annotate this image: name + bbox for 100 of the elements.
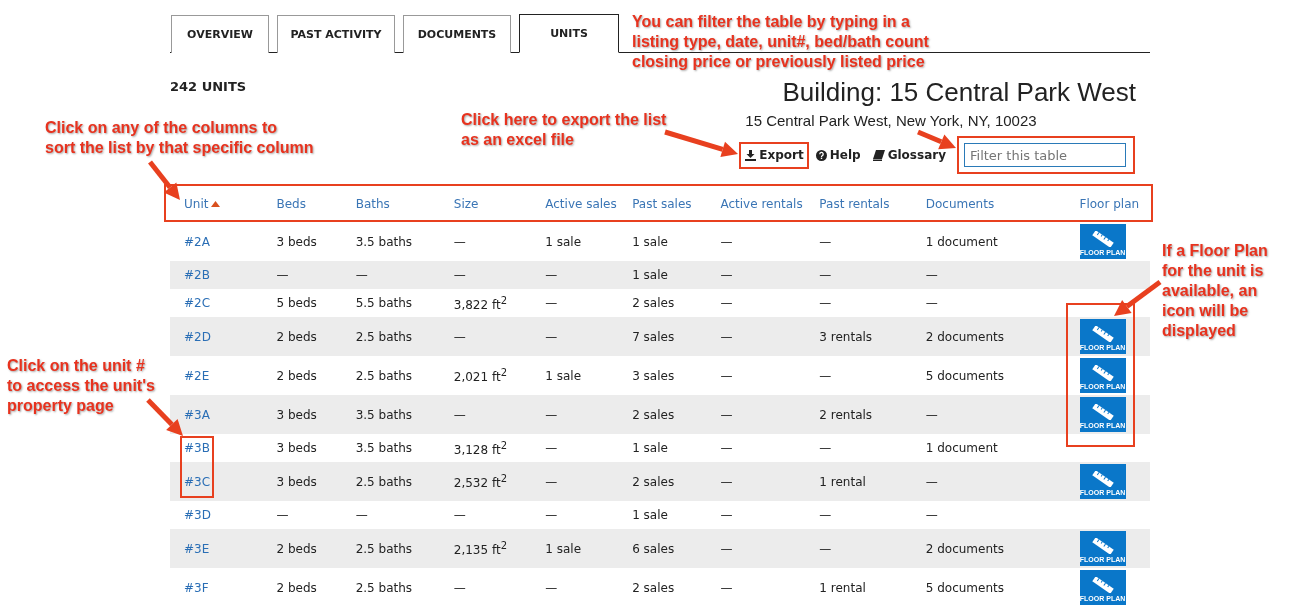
table-cell: 3,822 ft$^{2}$: [453, 297, 508, 312]
unit-count: 242 UNITS: [170, 79, 247, 94]
column-header[interactable]: Documents: [925, 195, 995, 213]
table-cell: 3.5 baths: [355, 407, 413, 422]
table-cell: 3.5 baths: [355, 441, 413, 455]
table-cell: 2 rentals: [819, 407, 873, 422]
table-cell: —: [453, 329, 466, 344]
building-title: Building: 15 Central Park West: [782, 77, 1136, 108]
column-header[interactable]: Past rentals: [819, 195, 890, 213]
table-cell: —: [925, 296, 938, 310]
table-cell: —: [720, 474, 733, 489]
annotation-text: If a Floor Plan for the unit is available, an icon will be displayed: [1162, 241, 1268, 341]
table-cell: —: [276, 268, 289, 282]
column-header[interactable]: Beds: [276, 195, 306, 213]
table-cell: 2.5 baths: [355, 541, 413, 556]
table-cell: —: [720, 441, 733, 455]
unit-link[interactable]: #2D: [184, 329, 211, 344]
unit-link[interactable]: #3B: [184, 441, 210, 455]
table-cell: —: [819, 296, 832, 310]
table-cell: 3 rentals: [819, 329, 873, 344]
table-cell: —: [453, 407, 466, 422]
table-cell: 1 document: [925, 234, 998, 249]
table-cell: 2 sales: [632, 296, 675, 310]
table-cell: 1 sale: [545, 368, 582, 383]
unit-link[interactable]: #3A: [184, 407, 210, 422]
tab[interactable]: OVERVIEW: [171, 15, 269, 53]
column-header[interactable]: Active rentals: [720, 195, 803, 213]
table-cell: 2 beds: [276, 580, 317, 595]
table-cell: —: [545, 268, 558, 282]
table-cell: —: [925, 474, 938, 489]
column-header[interactable]: Floor plan: [1079, 195, 1140, 213]
table-cell: 3 beds: [276, 441, 317, 455]
table-cell: —: [545, 441, 558, 455]
table-cell: 5.5 baths: [355, 296, 413, 310]
table-cell: 1 sale: [632, 508, 668, 522]
table-cell: 5 beds: [276, 296, 317, 310]
table-cell: 3 beds: [276, 407, 317, 422]
unit-link[interactable]: #3E: [184, 541, 210, 556]
table-cell: 2 sales: [632, 407, 675, 422]
unit-link[interactable]: #2A: [184, 234, 210, 249]
help-link[interactable]: Help: [815, 148, 861, 162]
table-cell: 2 documents: [925, 541, 1004, 556]
table-cell: 5 documents: [925, 368, 1004, 383]
table-cell: —: [819, 268, 832, 282]
table-cell: —: [720, 268, 733, 282]
table-cell: 1 document: [925, 441, 998, 455]
column-header[interactable]: Unit: [184, 195, 221, 213]
unit-link[interactable]: #2E: [184, 368, 210, 383]
column-header[interactable]: Size: [453, 195, 479, 213]
table-cell: 2,021 ft$^{2}$: [453, 370, 508, 384]
table-cell: —: [453, 508, 466, 522]
unit-link[interactable]: #2B: [184, 268, 210, 282]
table-cell: —: [819, 234, 832, 249]
table-cell: —: [545, 508, 558, 522]
table-cell: 2,532 ft$^{2}$: [453, 476, 508, 490]
table-cell: —: [819, 441, 832, 455]
column-header[interactable]: Active sales: [545, 195, 617, 213]
tab[interactable]: DOCUMENTS: [403, 15, 511, 53]
table-cell: —: [819, 368, 832, 383]
table-cell: —: [720, 508, 733, 522]
annotation-text: Click on the unit # to access the unit's property page: [7, 356, 155, 416]
table-cell: —: [720, 234, 733, 249]
table-cell: —: [545, 407, 558, 422]
table-cell: —: [720, 407, 733, 422]
table-cell: —: [545, 329, 558, 344]
table-cell: 5 documents: [925, 580, 1004, 595]
table-cell: 1 rental: [819, 474, 866, 489]
table-cell: 3 beds: [276, 234, 317, 249]
table-cell: 2,135 ft$^{2}$: [453, 543, 508, 557]
table-cell: —: [720, 368, 733, 383]
table-cell: 1 rental: [819, 580, 866, 595]
unit-link[interactable]: #3F: [184, 580, 209, 595]
table-cell: 1 sale: [632, 441, 668, 455]
export-link[interactable]: Export: [745, 148, 804, 162]
table-cell: —: [453, 580, 466, 595]
table-cell: —: [925, 407, 938, 422]
tab[interactable]: UNITS: [519, 14, 619, 53]
column-header[interactable]: Past sales: [632, 195, 692, 213]
table-cell: 2.5 baths: [355, 580, 413, 595]
filter-field[interactable]: Filter this table: [964, 143, 1126, 167]
column-header[interactable]: Baths: [355, 195, 390, 213]
table-cell: 2 sales: [632, 474, 675, 489]
glossary-link[interactable]: Glossary: [872, 148, 946, 162]
unit-link[interactable]: #3C: [184, 474, 211, 489]
unit-link[interactable]: #3D: [184, 508, 211, 522]
table-cell: —: [720, 580, 733, 595]
annotation-text: You can filter the table by typing in a listing type, date, unit#, bed/bath count closing price or previously listed price: [632, 12, 929, 72]
table-cell: 3 beds: [276, 474, 317, 489]
table-cell: —: [925, 268, 938, 282]
table-cell: 6 sales: [632, 541, 675, 556]
tab[interactable]: PAST ACTIVITY: [277, 15, 395, 53]
unit-link[interactable]: #2C: [184, 296, 211, 310]
table-cell: 2 beds: [276, 541, 317, 556]
table-cell: 2 beds: [276, 368, 317, 383]
table-cell: —: [545, 296, 558, 310]
table-cell: 1 sale: [545, 541, 582, 556]
table-cell: 2.5 baths: [355, 329, 413, 344]
table-cell: —: [545, 474, 558, 489]
table-cell: 1 sale: [632, 268, 668, 282]
table-cell: —: [925, 508, 938, 522]
